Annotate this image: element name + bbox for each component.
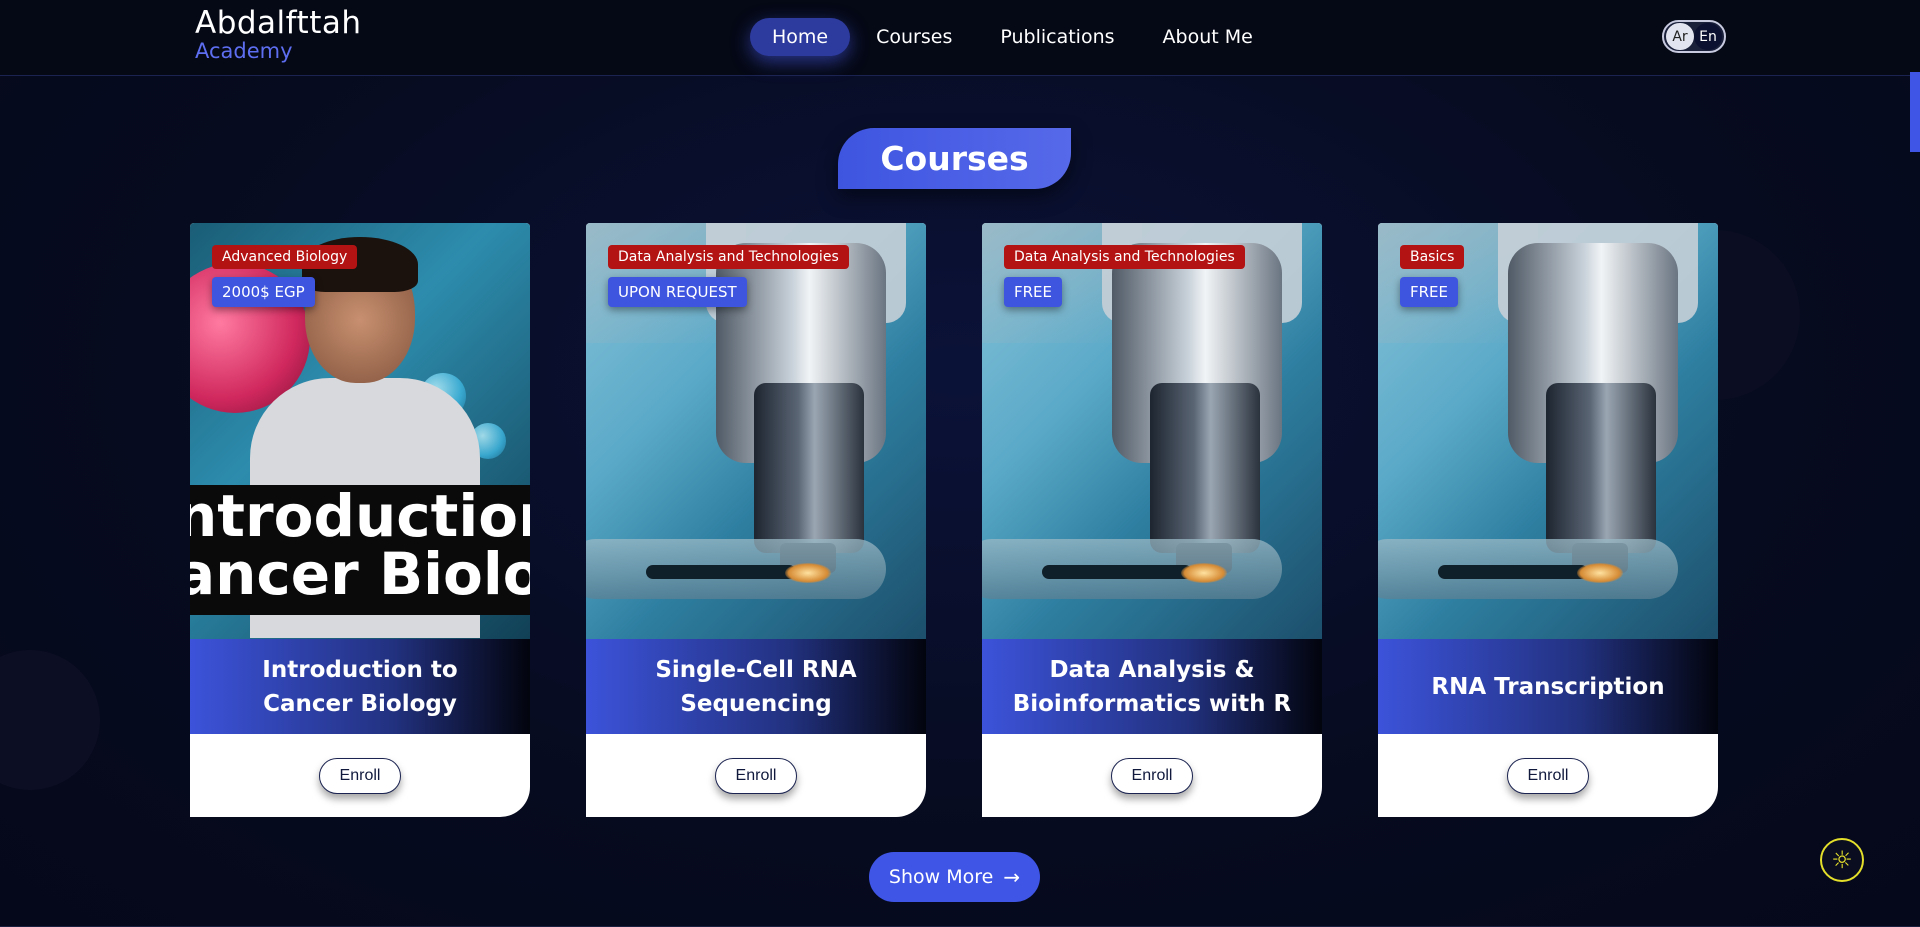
course-title[interactable]: RNA Transcription — [1378, 639, 1718, 734]
nav-about-me[interactable]: About Me — [1141, 18, 1275, 56]
course-title-text: Introduction to Cancer Biology — [262, 656, 458, 717]
course-image[interactable]: Data Analysis and Technologies UPON REQU… — [586, 223, 926, 639]
language-toggle[interactable]: Ar En — [1662, 20, 1726, 53]
category-tag: Advanced Biology — [212, 245, 358, 269]
course-title[interactable]: Data Analysis & Bioinformatics with R — [982, 639, 1322, 734]
course-card[interactable]: ntroduction T ancer Biolog Advanced Biol… — [190, 223, 530, 817]
course-image[interactable]: ntroduction T ancer Biolog Advanced Biol… — [190, 223, 530, 639]
arrow-right-icon: → — [1003, 865, 1021, 889]
course-card[interactable]: Basics FREE RNA Transcription Enroll — [1378, 223, 1718, 817]
price-badge: UPON REQUEST — [608, 277, 747, 307]
enroll-button[interactable]: Enroll — [318, 757, 402, 794]
logo-subtitle: Academy — [195, 39, 293, 63]
enroll-button[interactable]: Enroll — [1506, 757, 1590, 794]
price-badge: FREE — [1400, 277, 1459, 307]
price-badge: 2000$ EGP — [212, 277, 315, 307]
theme-toggle-button[interactable]: ☼ — [1820, 838, 1864, 882]
show-more-label: Show More — [888, 866, 994, 888]
course-title-text: Data Analysis & Bioinformatics with R — [1012, 656, 1292, 717]
nav-home[interactable]: Home — [750, 18, 851, 56]
course-title-text: RNA Transcription — [1431, 673, 1665, 700]
logo-name: Abdalfttah — [195, 5, 362, 41]
course-title[interactable]: Single-Cell RNA Sequencing — [586, 639, 926, 734]
course-image[interactable]: Basics FREE — [1378, 223, 1718, 639]
sun-icon: ☼ — [1831, 846, 1853, 874]
show-more-button[interactable]: Show More → — [869, 852, 1040, 902]
category-tag: Data Analysis and Technologies — [608, 245, 849, 269]
section-title: Courses — [838, 128, 1071, 189]
enroll-button[interactable]: Enroll — [714, 757, 798, 794]
nav-publications[interactable]: Publications — [978, 18, 1136, 56]
category-tag: Basics — [1400, 245, 1465, 269]
enroll-button[interactable]: Enroll — [1110, 757, 1194, 794]
scrollbar-thumb[interactable] — [1910, 72, 1920, 152]
course-cards: ntroduction T ancer Biolog Advanced Biol… — [190, 223, 1718, 817]
course-card[interactable]: Data Analysis and Technologies FREE Data… — [982, 223, 1322, 817]
site-header: Abdalfttah Academy Home Courses Publicat… — [0, 0, 1920, 76]
card-footer: Enroll — [1378, 734, 1718, 817]
image-title-text: ntroduction T ancer Biolog — [190, 482, 530, 608]
main-nav: Home Courses Publications About Me — [750, 18, 1275, 56]
course-image[interactable]: Data Analysis and Technologies FREE — [982, 223, 1322, 639]
card-footer: Enroll — [190, 734, 530, 817]
site-logo[interactable]: Abdalfttah Academy — [195, 6, 362, 62]
price-badge: FREE — [1004, 277, 1063, 307]
card-footer: Enroll — [586, 734, 926, 817]
nav-courses[interactable]: Courses — [854, 18, 974, 56]
card-footer: Enroll — [982, 734, 1322, 817]
section-title-text: Courses — [880, 139, 1029, 178]
course-card[interactable]: Data Analysis and Technologies UPON REQU… — [586, 223, 926, 817]
course-title-text: Single-Cell RNA Sequencing — [655, 656, 857, 717]
lang-en-option[interactable]: En — [1694, 23, 1722, 50]
course-title[interactable]: Introduction to Cancer Biology — [190, 639, 530, 734]
category-tag: Data Analysis and Technologies — [1004, 245, 1245, 269]
lang-ar-option[interactable]: Ar — [1666, 23, 1694, 50]
